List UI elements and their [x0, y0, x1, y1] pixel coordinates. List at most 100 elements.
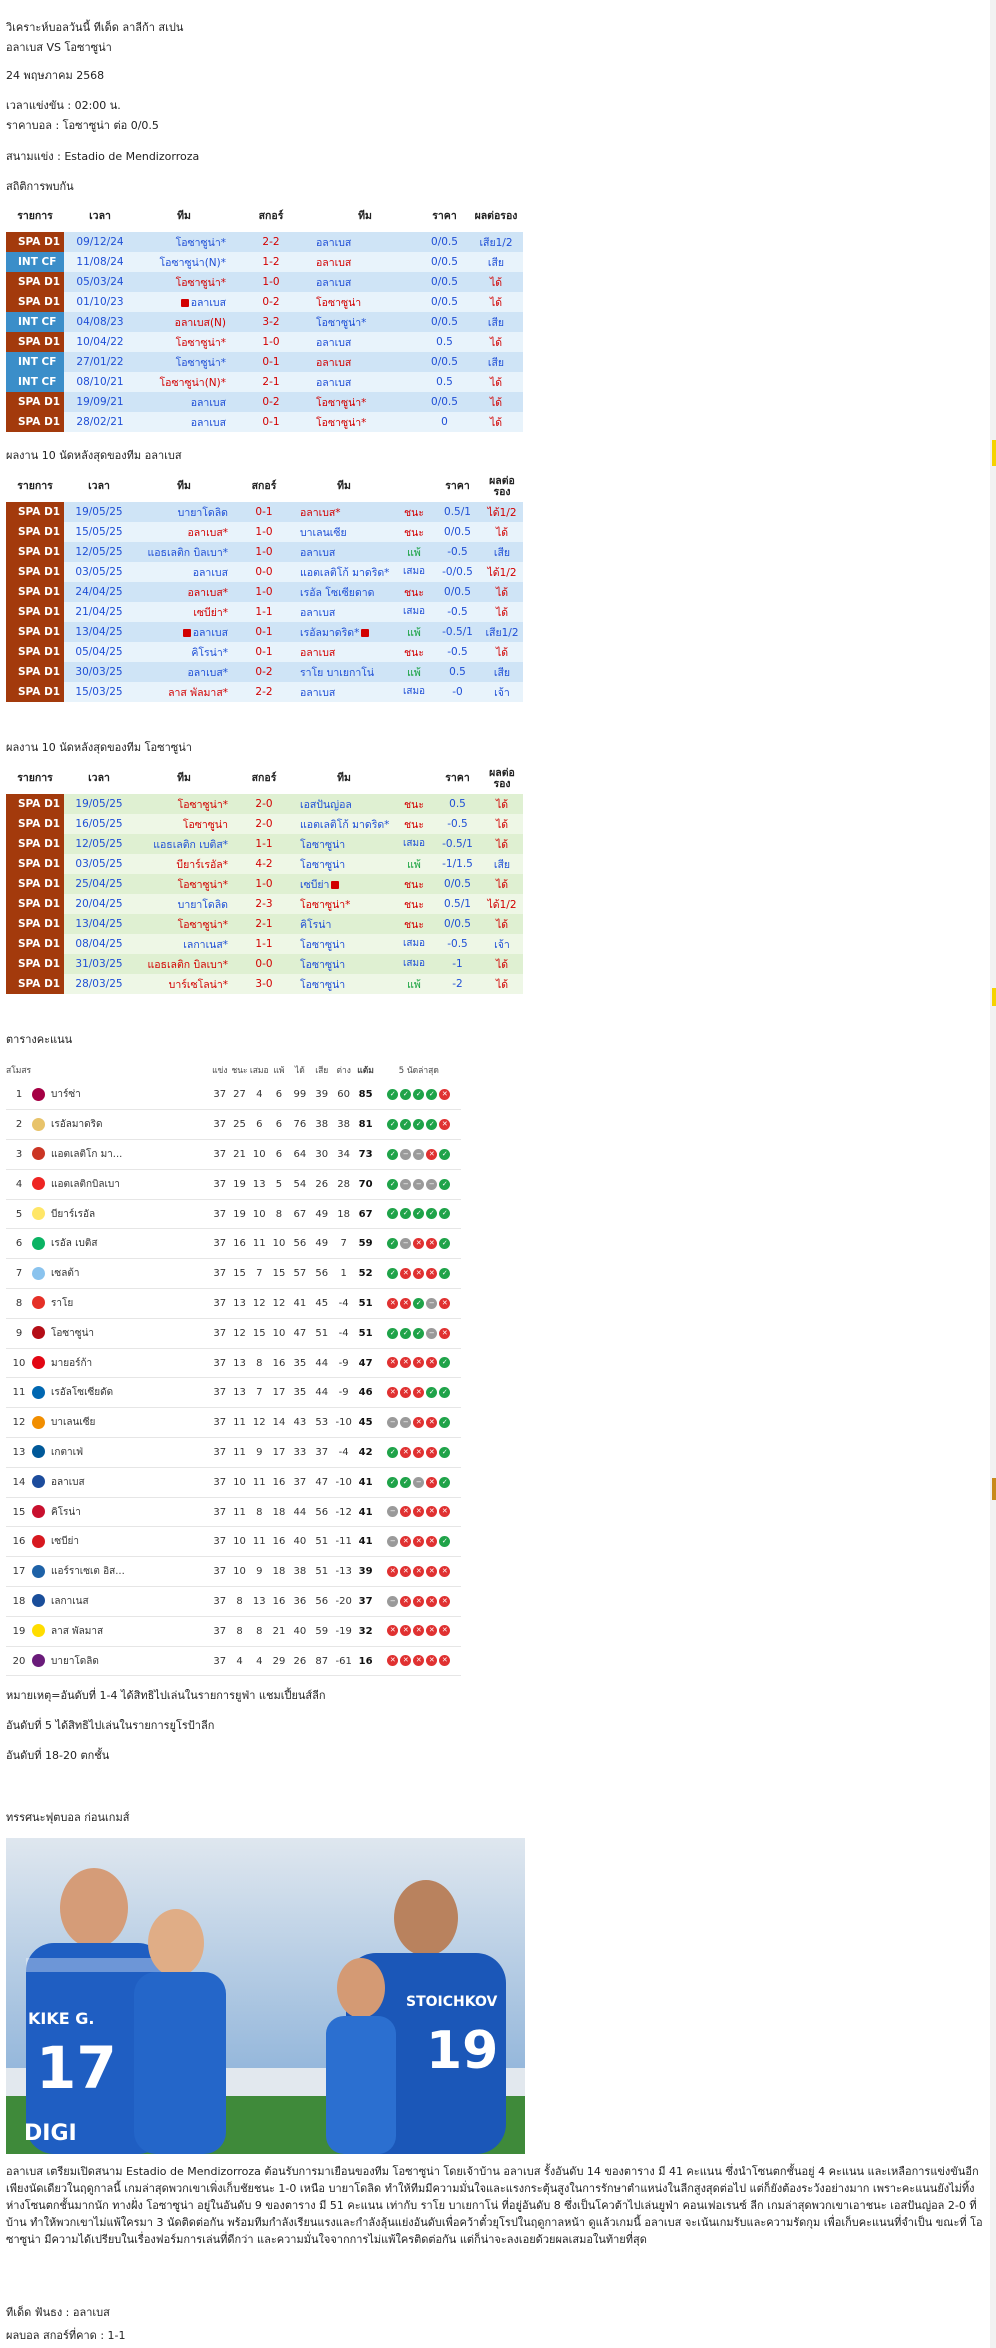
team-name[interactable]: โอซาซูน่า — [300, 959, 345, 971]
page-scrollbar[interactable] — [990, 0, 996, 2348]
team-name[interactable]: บาร์ซ่า — [51, 1089, 81, 1100]
team-name[interactable]: อลาเบส* — [300, 507, 341, 519]
team-name[interactable]: แอตเลติกบิลเบา — [51, 1179, 120, 1190]
team-name[interactable]: คิโรน่า — [300, 919, 331, 931]
team-name[interactable]: อลาเบส — [300, 547, 335, 559]
standings-row[interactable]: 13 เกตาเฟ่ 37 11 9 17 33 37 -4 42 ✓ ✕ ✕ ✕ ✓ — [6, 1437, 461, 1468]
team-name[interactable]: อลาเบส — [300, 647, 335, 659]
standings-row[interactable]: 12 บาเลนเซีย 37 11 12 14 43 53 -10 45− − ✕ ✕ ✓ — [6, 1407, 461, 1439]
team-name[interactable]: อลาเบส — [316, 357, 351, 369]
team-name[interactable]: แอธเลติก บิลเบา* — [147, 547, 228, 559]
team-name[interactable]: ราโย บาเยกาโน่ — [300, 667, 374, 679]
team-name[interactable]: โอซาซูน่า* — [178, 879, 228, 891]
standings-row[interactable]: 9 โอซาซูน่า 37 12 15 10 47 51 -4 51 ✓ ✓ ✓ − ✕ — [6, 1318, 461, 1349]
team-name[interactable]: โอซาซูน่า* — [316, 317, 366, 329]
team-name[interactable]: โอซาซูน่า* — [176, 357, 226, 369]
team-name[interactable]: เซบีย่า — [300, 879, 329, 891]
team-name[interactable]: โอซาซูน่า — [316, 297, 361, 309]
team-name[interactable]: ลาส พัลมาส — [51, 1626, 103, 1637]
team-name[interactable]: อลาเบส — [316, 237, 351, 249]
team-name[interactable]: แอตเลติโก มา... — [51, 1149, 122, 1160]
team-name[interactable]: อลาเบส* — [187, 667, 228, 679]
team-name[interactable]: อลาเบส — [191, 397, 226, 409]
team-name[interactable]: เรอัล โซเซียดาด — [300, 587, 374, 599]
team-name[interactable]: โอซาซูน่า* — [176, 337, 226, 349]
team-name[interactable]: โอซาซูน่า — [300, 859, 345, 871]
team-name[interactable]: บียาร์เรอัล* — [176, 859, 228, 871]
standings-row[interactable]: 6 เรอัล เบติส 37 16 11 10 56 49 7 59 ✓ − ✕ ✕ ✓ — [6, 1228, 461, 1260]
team-name[interactable]: แอร์ราเซเต อิส... — [51, 1566, 125, 1577]
team-name[interactable]: โอซาซูน่า(N)* — [160, 257, 226, 269]
team-name[interactable]: แอตเลติโก้ มาดริด* — [300, 567, 389, 579]
standings-row[interactable]: 14 อลาเบส 37 10 11 16 37 47 -10 41 ✓ ✓ − ✕ ✓ — [6, 1467, 461, 1498]
team-name[interactable]: บายาโดลิด — [51, 1656, 99, 1667]
team-name[interactable]: บายาโดลิด — [178, 507, 228, 519]
team-name[interactable]: มายอร์ก้า — [51, 1358, 92, 1369]
team-name[interactable]: เซลต้า — [51, 1268, 79, 1279]
team-name[interactable]: แอตเลติโก้ มาดริด* — [300, 819, 389, 831]
standings-row[interactable]: 17 แอร์ราเซเต อิส... 37 10 9 18 38 51 -13 39 ✕ ✕ ✕ ✕ ✕ — [6, 1556, 461, 1588]
team-name[interactable]: เกตาเฟ่ — [51, 1447, 83, 1458]
team-name[interactable]: ลาส พัลมาส* — [168, 687, 228, 699]
team-name[interactable]: โอซาซูน่า* — [178, 919, 228, 931]
team-name[interactable]: โอซาซูน่า — [51, 1328, 94, 1339]
team-name[interactable]: อลาเบส(N) — [175, 317, 226, 329]
team-name[interactable]: อลาเบส — [300, 687, 335, 699]
standings-row[interactable]: 3 แอตเลติโก มา... 37 21 10 6 64 30 34 73 ✓ − − ✕ ✓ — [6, 1139, 461, 1170]
standings-row[interactable]: 4 แอตเลติกบิลเบา 37 19 13 5 54 26 28 70 ✓ − − − ✓ — [6, 1169, 461, 1200]
team-name[interactable]: เซบีย่า* — [193, 607, 228, 619]
team-name[interactable]: บียาร์เรอัล — [51, 1209, 95, 1220]
standings-row[interactable]: 18 เลกาเนส 37 8 13 16 36 56 -20 37− ✕ ✕ ✕ ✕ — [6, 1586, 461, 1617]
team-name[interactable]: เรอัลมาดริด* — [300, 627, 359, 639]
standings-row[interactable]: 5 บียาร์เรอัล 37 19 10 8 67 49 18 67 ✓ ✓ ✓ ✓ ✓ — [6, 1199, 461, 1230]
standings-row[interactable]: 1 บาร์ซ่า 37 27 4 6 99 39 60 85 ✓ ✓ ✓ ✓ ✕ — [6, 1080, 461, 1111]
team-name[interactable]: อลาเบส — [193, 567, 228, 579]
team-name[interactable]: โอซาซูน่า — [300, 839, 345, 851]
team-name[interactable]: โอซาซูน่า* — [178, 799, 228, 811]
team-name[interactable]: แอธเลติก บิลเบา* — [147, 959, 228, 971]
standings-row[interactable]: 2 เรอัลมาดริด 37 25 6 6 76 38 38 81 ✓ ✓ ✓ ✓ ✕ — [6, 1109, 461, 1141]
team-name[interactable]: บาร์เซโลน่า* — [169, 979, 228, 991]
team-name[interactable]: อลาเบส — [191, 297, 226, 309]
standings-row[interactable]: 20 บายาโดลิด 37 4 4 29 26 87 -61 16 ✕ ✕ ✕ ✕ ✕ — [6, 1646, 461, 1677]
standings-row[interactable]: 16 เซบีย่า 37 10 11 16 40 51 -11 41− ✕ ✕ ✕ ✓ — [6, 1526, 461, 1558]
team-name[interactable]: โอซาซูน่า — [300, 939, 345, 951]
team-name[interactable]: บาเลนเซีย — [300, 527, 347, 539]
team-name[interactable]: เซบีย่า — [51, 1536, 79, 1547]
team-name[interactable]: อลาเบส — [193, 627, 228, 639]
team-name[interactable]: อลาเบส — [191, 417, 226, 429]
team-name[interactable]: คิโรน่า — [51, 1507, 81, 1518]
team-name[interactable]: เลกาเนส — [51, 1596, 89, 1607]
team-name[interactable]: อลาเบส — [316, 377, 351, 389]
team-name[interactable]: โอซาซูน่า — [300, 979, 345, 991]
team-name[interactable]: อลาเบส — [316, 337, 351, 349]
team-name[interactable]: โอซาซูน่า* — [176, 277, 226, 289]
team-name[interactable]: อลาเบส — [300, 607, 335, 619]
team-name[interactable]: อลาเบส* — [187, 527, 228, 539]
team-name[interactable]: โอซาซูน่า* — [176, 237, 226, 249]
team-name[interactable]: อลาเบส — [316, 277, 351, 289]
team-name[interactable]: อลาเบส — [51, 1477, 85, 1488]
team-name[interactable]: บายาโดลิด — [178, 899, 228, 911]
team-name[interactable]: อลาเบส — [316, 257, 351, 269]
team-name[interactable]: แอธเลติก เบติส* — [153, 839, 228, 851]
standings-row[interactable]: 8 ราโย 37 13 12 12 41 45 -4 51 ✕ ✕ ✓ − ✕ — [6, 1288, 461, 1319]
standings-row[interactable]: 7 เซลต้า 37 15 7 15 57 56 1 52 ✓ ✕ ✕ ✕ ✓ — [6, 1258, 461, 1290]
team-name[interactable]: โอซาซูน่า* — [316, 417, 366, 429]
team-name[interactable]: คิโรน่า* — [191, 647, 228, 659]
team-name[interactable]: เรอัลมาดริด — [51, 1119, 103, 1130]
standings-row[interactable]: 15 คิโรน่า 37 11 8 18 44 56 -12 41− ✕ ✕ ✕ ✕ — [6, 1497, 461, 1528]
standings-row[interactable]: 19 ลาส พัลมาส 37 8 8 21 40 59 -19 32 ✕ ✕ ✕ ✕ ✕ — [6, 1616, 461, 1647]
team-name[interactable]: โอซาซูน่า* — [300, 899, 350, 911]
team-name[interactable]: เรอัลโซเซียดัด — [51, 1387, 113, 1398]
team-name[interactable]: โอซาซูน่า — [183, 819, 228, 831]
team-name[interactable]: บาเลนเซีย — [51, 1417, 95, 1428]
team-name[interactable]: เอสปันญ่อล — [300, 799, 352, 811]
standings-row[interactable]: 11 เรอัลโซเซียดัด 37 13 7 17 35 44 -9 46 ✕ ✕ ✕ ✓ ✓ — [6, 1377, 461, 1409]
team-name[interactable]: เรอัล เบติส — [51, 1238, 97, 1249]
team-name[interactable]: อลาเบส* — [187, 587, 228, 599]
standings-row[interactable]: 10 มายอร์ก้า 37 13 8 16 35 44 -9 47 ✕ ✕ ✕ ✕ ✓ — [6, 1348, 461, 1379]
team-name[interactable]: โอซาซูน่า* — [316, 397, 366, 409]
team-name[interactable]: เลกาเนส* — [183, 939, 228, 951]
team-name[interactable]: โอซาซูน่า(N)* — [160, 377, 226, 389]
